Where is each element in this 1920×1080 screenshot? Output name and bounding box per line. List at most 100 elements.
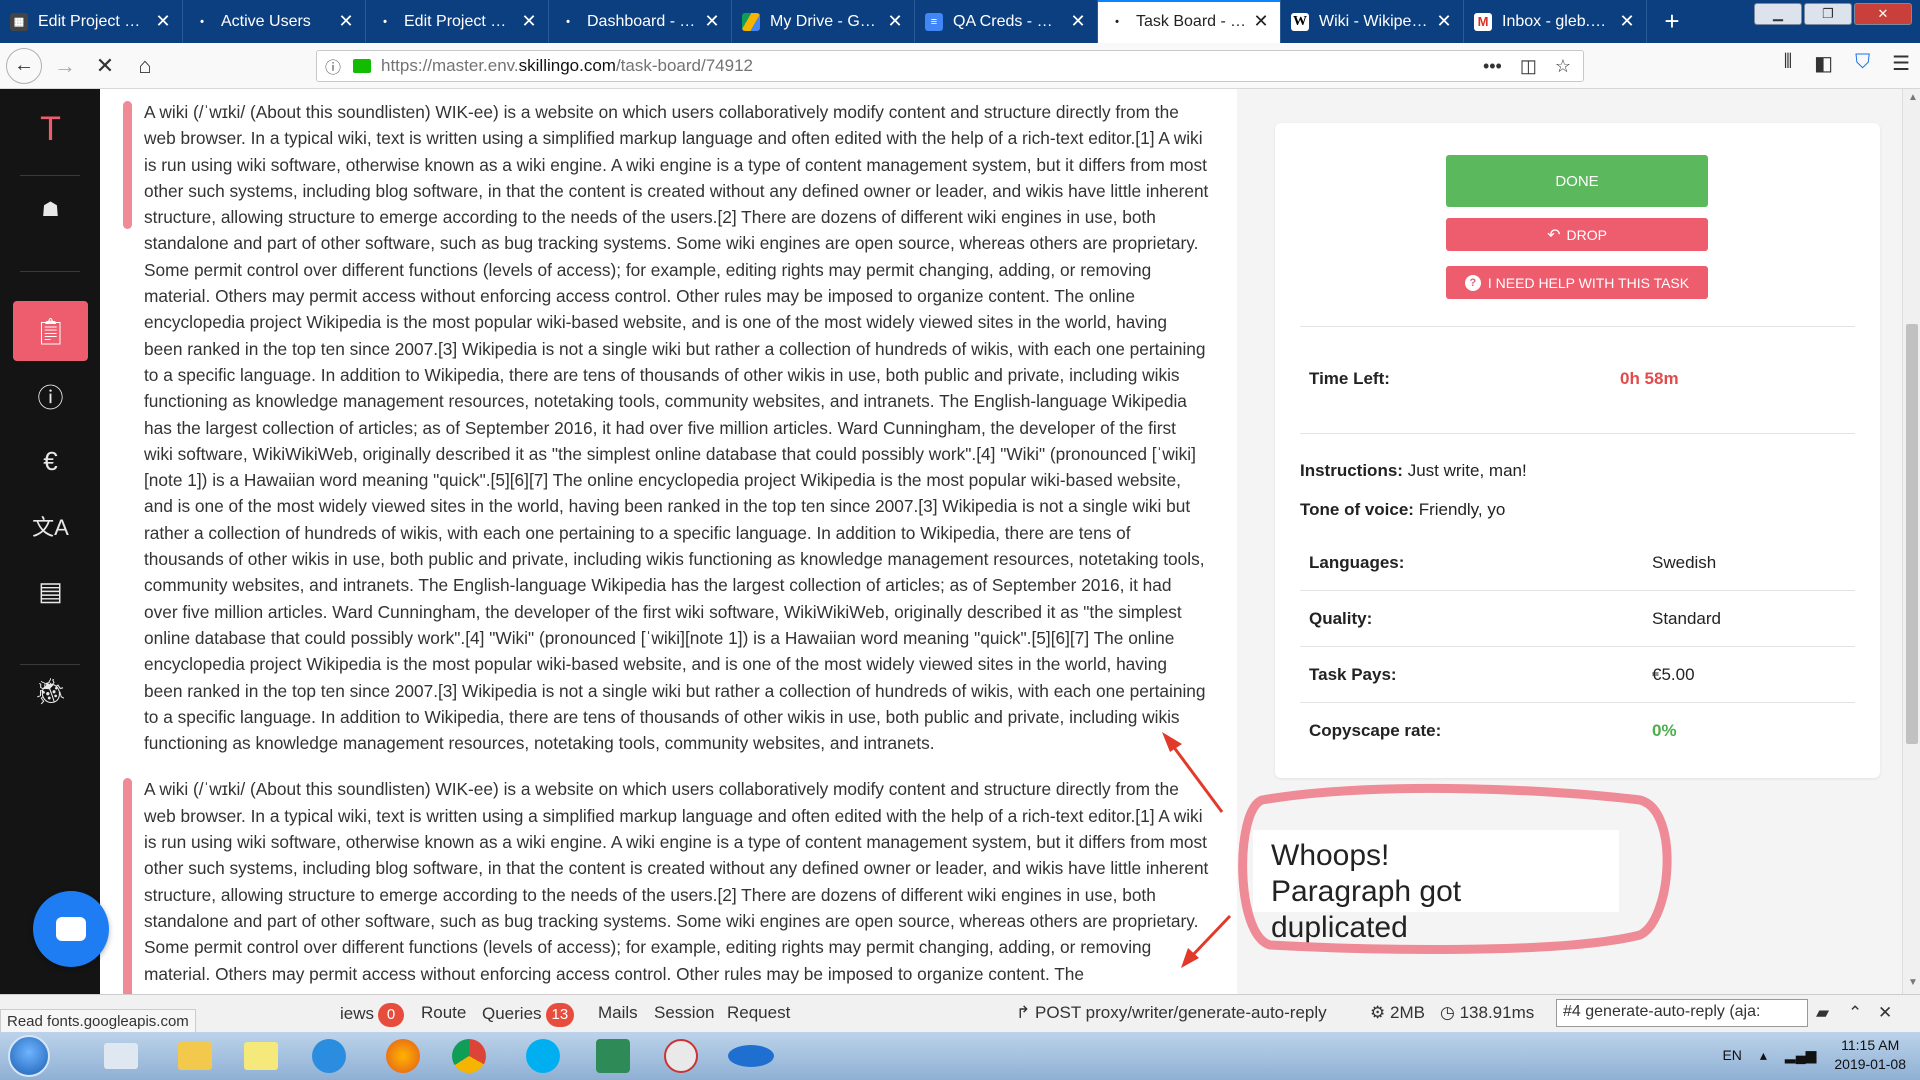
- debug-tab-route[interactable]: Route: [421, 1003, 466, 1023]
- dot-icon: •: [1115, 15, 1119, 28]
- avatar-icon[interactable]: ☗: [13, 179, 88, 239]
- close-icon[interactable]: ✕: [1878, 1003, 1892, 1023]
- browser-tab-active[interactable]: • Task Board - Topi ✕: [1098, 0, 1281, 43]
- start-button[interactable]: [8, 1035, 50, 1077]
- task-panel: DONE ↶ DROP ? I NEED HELP WITH THIS TASK T…: [1275, 123, 1880, 778]
- home-icon[interactable]: ⌂: [128, 49, 162, 83]
- close-tab-icon[interactable]: ✕: [154, 11, 172, 32]
- info-icon[interactable]: ⓘ: [325, 54, 347, 78]
- browser-tab[interactable]: W Wiki - Wikipedia ✕: [1281, 0, 1464, 43]
- close-tab-icon[interactable]: ✕: [520, 11, 538, 32]
- close-tab-icon[interactable]: ✕: [1069, 11, 1087, 32]
- languages-value: Swedish: [1652, 553, 1717, 572]
- drive-icon: [742, 12, 760, 31]
- network-icon[interactable]: ▂▄▆: [1785, 1047, 1816, 1064]
- close-window-icon[interactable]: ✕: [1854, 3, 1912, 25]
- tray-expand-icon[interactable]: ▴: [1760, 1047, 1767, 1064]
- firefox-app-icon[interactable]: [372, 1035, 434, 1077]
- tone-of-voice: Tone of voice: Friendly, yo: [1300, 500, 1505, 520]
- oval-app-icon[interactable]: [720, 1035, 782, 1077]
- chrome-app-icon[interactable]: [438, 1035, 500, 1077]
- browser-tab[interactable]: • Active Users ✕: [183, 0, 366, 43]
- quality-value: Standard: [1652, 609, 1721, 628]
- article-content: A wiki (/ˈwɪki/ (About this soundlisten)…: [100, 89, 1237, 994]
- cogs-icon: ⚙: [1370, 1003, 1386, 1022]
- restore-icon[interactable]: ❐: [1804, 3, 1852, 25]
- menu-icon[interactable]: ☰: [1892, 51, 1910, 76]
- browser-tab[interactable]: M Inbox - gleb.klim ✕: [1464, 0, 1647, 43]
- debug-memory: ⚙ 2MB: [1370, 1003, 1425, 1023]
- stop-icon[interactable]: ✕: [88, 49, 122, 83]
- help-button[interactable]: ? I NEED HELP WITH THIS TASK: [1446, 266, 1708, 299]
- close-tab-icon[interactable]: ✕: [886, 11, 904, 32]
- sidebar-item-debug[interactable]: 🐞︎: [13, 661, 88, 721]
- browser-tab[interactable]: • Dashboard - Topi ✕: [549, 0, 732, 43]
- clock-date: 2019-01-08: [1834, 1056, 1906, 1072]
- ie-app-icon[interactable]: [298, 1035, 360, 1077]
- sidebar-item-tasks[interactable]: 📋︎: [13, 301, 88, 361]
- sheets-app-icon[interactable]: [582, 1035, 644, 1077]
- debug-tab-label: Queries: [482, 1004, 542, 1023]
- skype-app-icon[interactable]: [512, 1035, 574, 1077]
- document-icon: ▤: [38, 575, 63, 606]
- debug-tab-request[interactable]: Request: [727, 1003, 790, 1023]
- sidebar-item-payments[interactable]: €: [13, 431, 88, 491]
- tab-title: QA Creds - Goog: [953, 12, 1063, 30]
- bookmark-star-icon[interactable]: ☆: [1555, 56, 1571, 77]
- back-icon[interactable]: ←: [6, 47, 42, 84]
- keyboard-app-icon[interactable]: [90, 1035, 152, 1077]
- debug-tab-mails[interactable]: Mails: [598, 1003, 638, 1023]
- debug-tab-views[interactable]: iews 0: [340, 1003, 405, 1027]
- sidebar-item-info[interactable]: ⓘ: [13, 366, 88, 426]
- sidebar-item-documents[interactable]: ▤: [13, 561, 88, 621]
- vertical-scrollbar[interactable]: ▲ ▼: [1902, 89, 1920, 994]
- instructions-value: Just write, man!: [1407, 461, 1527, 480]
- sidebar-item-languages[interactable]: 文A: [13, 496, 88, 556]
- drop-button[interactable]: ↶ DROP: [1446, 218, 1708, 251]
- sticky-notes-app-icon[interactable]: [230, 1035, 292, 1077]
- shield-icon[interactable]: ⛉: [1855, 51, 1870, 76]
- language-indicator[interactable]: EN: [1722, 1047, 1741, 1063]
- clipboard-icon: 📋︎: [33, 315, 67, 346]
- sidebar-toggle-icon[interactable]: ◧: [1814, 51, 1833, 76]
- close-tab-icon[interactable]: ✕: [1252, 11, 1270, 32]
- browser-tab[interactable]: ▦ Edit Project Cont ✕: [0, 0, 183, 43]
- browser-tab-bar: ▦ Edit Project Cont ✕ • Active Users ✕ • Edit…: [0, 0, 1920, 43]
- status-message: Read fonts.googleapis.com: [0, 1009, 196, 1033]
- url-text: https://master.env.skillingo.com/task-bo…: [381, 56, 753, 76]
- app-logo[interactable]: T: [13, 99, 88, 159]
- paragraph-duplicate: A wiki (/ˈwɪki/ (About this soundlisten)…: [100, 766, 1237, 994]
- library-icon[interactable]: ⫴: [1784, 51, 1792, 76]
- dot-icon: •: [566, 15, 570, 28]
- debug-request-select[interactable]: #4 generate-auto-reply (aja:: [1556, 999, 1808, 1027]
- url-bar[interactable]: ⓘ https://master.env.skillingo.com/task-…: [316, 50, 1584, 82]
- page-actions-icon[interactable]: •••: [1483, 56, 1502, 77]
- close-tab-icon[interactable]: ✕: [1435, 11, 1453, 32]
- browser-tab[interactable]: My Drive - Googl ✕: [732, 0, 915, 43]
- system-tray: EN ▴ ▂▄▆ 11:15 AM 2019-01-08: [1722, 1036, 1906, 1074]
- folder-icon[interactable]: ▰: [1816, 1003, 1829, 1023]
- minimize-icon[interactable]: ▁: [1754, 3, 1802, 25]
- scroll-up-icon[interactable]: ▲: [1908, 92, 1918, 103]
- debug-tab-queries[interactable]: Queries 13: [482, 1003, 575, 1027]
- lock-icon[interactable]: [353, 59, 371, 73]
- browser-tab[interactable]: • Edit Project Cont ✕: [366, 0, 549, 43]
- snipping-app-icon[interactable]: [650, 1035, 712, 1077]
- scrollbar-thumb[interactable]: [1906, 324, 1918, 744]
- clock[interactable]: 11:15 AM 2019-01-08: [1834, 1036, 1906, 1074]
- scroll-down-icon[interactable]: ▼: [1908, 977, 1918, 988]
- new-tab-icon[interactable]: +: [1647, 0, 1697, 43]
- debug-tab-session[interactable]: Session: [654, 1003, 714, 1023]
- forward-icon[interactable]: →: [48, 49, 82, 83]
- done-button[interactable]: DONE: [1446, 155, 1708, 207]
- pocket-icon[interactable]: ◫: [1520, 56, 1537, 77]
- browser-tab[interactable]: ≡ QA Creds - Goog ✕: [915, 0, 1098, 43]
- explorer-app-icon[interactable]: [164, 1035, 226, 1077]
- undo-icon: ↶: [1547, 226, 1561, 244]
- chevron-up-icon[interactable]: ⌃: [1848, 1003, 1862, 1023]
- close-tab-icon[interactable]: ✕: [337, 11, 355, 32]
- chat-button[interactable]: [33, 891, 109, 967]
- close-tab-icon[interactable]: ✕: [1618, 11, 1636, 32]
- close-tab-icon[interactable]: ✕: [703, 11, 721, 32]
- divider: [1300, 702, 1855, 703]
